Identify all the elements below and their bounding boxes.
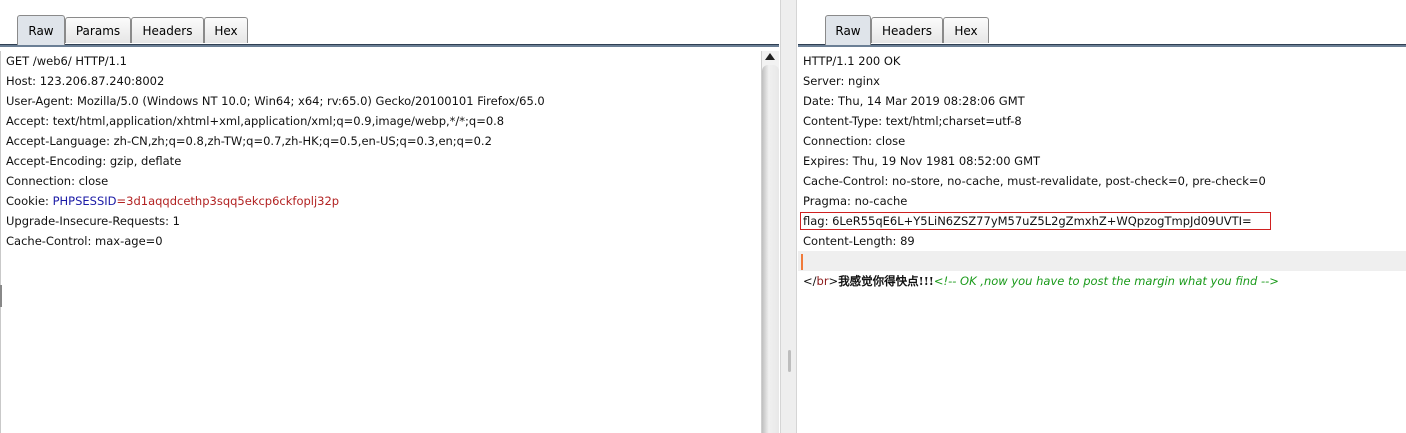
request-line: Connection: close xyxy=(6,174,109,188)
response-line: Date: Thu, 14 Mar 2019 08:28:06 GMT xyxy=(803,94,1025,108)
request-tab-raw[interactable]: Raw xyxy=(17,15,65,45)
cookie-line: Cookie: PHPSESSID=3d1aqqdcethp3sqq5ekcp6… xyxy=(1,191,760,211)
response-tab-underline xyxy=(798,44,1406,47)
response-tab-hex[interactable]: Hex xyxy=(943,17,989,43)
response-line: Server: nginx xyxy=(803,74,880,88)
request-pane: Raw Params Headers Hex GET /web6/ HTTP/1… xyxy=(0,0,779,433)
request-editor[interactable]: GET /web6/ HTTP/1.1 Host: 123.206.87.240… xyxy=(0,51,760,433)
request-tab-headers[interactable]: Headers xyxy=(131,17,204,43)
left-edge-handle xyxy=(0,285,2,307)
body-chinese-text: 我感觉你得快点!!! xyxy=(838,274,934,288)
request-tab-params[interactable]: Params xyxy=(65,17,131,43)
empty-caret-line[interactable] xyxy=(798,251,1406,271)
scroll-up-arrow-icon[interactable] xyxy=(765,53,775,60)
cookie-equals: = xyxy=(116,194,127,208)
html-comment: <!-- OK ,now you have to post the margin… xyxy=(933,274,1279,288)
response-tabbar: Raw Headers Hex xyxy=(798,14,1406,45)
response-line: Cache-Control: no-store, no-cache, must-… xyxy=(803,174,1266,188)
split-divider[interactable] xyxy=(780,0,797,433)
request-line: User-Agent: Mozilla/5.0 (Windows NT 10.0… xyxy=(6,94,545,108)
cookie-value: 3d1aqqdcethp3sqq5ekcp6ckfoplj32p xyxy=(126,194,340,208)
response-tab-headers[interactable]: Headers xyxy=(871,17,943,43)
response-body-line: </br>我感觉你得快点!!!<!-- OK ,now you have to … xyxy=(798,271,1406,291)
request-line: Host: 123.206.87.240:8002 xyxy=(6,74,165,88)
request-line: GET /web6/ HTTP/1.1 xyxy=(6,54,127,68)
response-line: HTTP/1.1 200 OK xyxy=(803,54,901,68)
text-cursor xyxy=(801,253,803,270)
flag-line: flag: 6LeR55qE6L+Y5LiN6ZSZ77yM57uZ5L2gZm… xyxy=(798,211,1406,231)
request-tab-hex[interactable]: Hex xyxy=(204,17,248,43)
request-scrollbar[interactable] xyxy=(761,51,779,433)
request-line: Accept-Encoding: gzip, deflate xyxy=(6,154,182,168)
cookie-name: PHPSESSID xyxy=(52,194,117,208)
request-line: Upgrade-Insecure-Requests: 1 xyxy=(6,214,180,228)
request-line: Accept-Language: zh-CN,zh;q=0.8,zh-TW;q=… xyxy=(6,134,492,148)
cookie-prefix: Cookie: xyxy=(6,194,53,208)
response-line: Pragma: no-cache xyxy=(803,194,908,208)
scrollbar-thumb[interactable] xyxy=(762,65,779,433)
request-line: Accept: text/html,application/xhtml+xml,… xyxy=(6,114,505,128)
response-line: Content-Type: text/html;charset=utf-8 xyxy=(803,114,1022,128)
divider-grip-icon[interactable] xyxy=(788,350,791,372)
html-open-bracket: </ xyxy=(803,274,817,288)
request-tabbar: Raw Params Headers Hex xyxy=(0,14,779,45)
response-line: Connection: close xyxy=(803,134,906,148)
request-tab-underline xyxy=(0,44,779,47)
html-close-bracket: > xyxy=(828,274,839,288)
flag-highlight[interactable]: flag: 6LeR55qE6L+Y5LiN6ZSZ77yM57uZ5L2gZm… xyxy=(800,212,1271,230)
content-length-line: Content-Length: 89 xyxy=(803,234,915,248)
response-line: Expires: Thu, 19 Nov 1981 08:52:00 GMT xyxy=(803,154,1041,168)
response-editor[interactable]: HTTP/1.1 200 OK Server: nginx Date: Thu,… xyxy=(798,51,1406,433)
response-pane: Raw Headers Hex HTTP/1.1 200 OK Server: … xyxy=(798,0,1406,433)
request-line: Cache-Control: max-age=0 xyxy=(6,234,163,248)
html-tag-name: br xyxy=(816,274,829,288)
response-tab-raw[interactable]: Raw xyxy=(825,15,871,45)
